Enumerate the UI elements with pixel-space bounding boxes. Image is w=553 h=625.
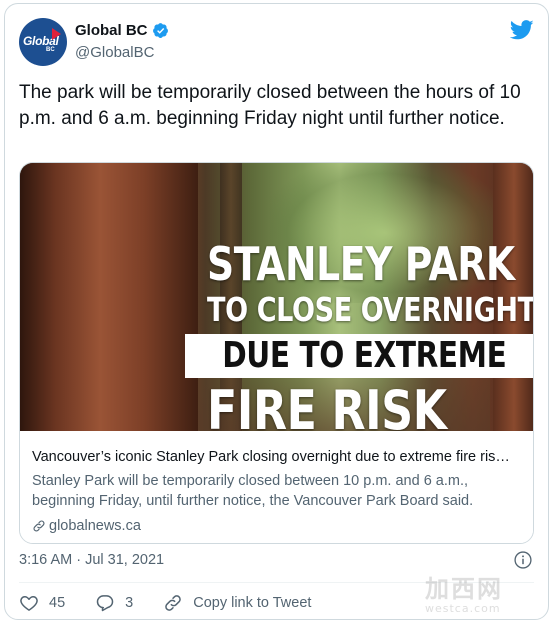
link-preview-card[interactable]: STANLEY PARK TO CLOSE OVERNIGHT DUE TO E… bbox=[19, 162, 534, 544]
headline-line-1: STANLEY PARK bbox=[207, 237, 515, 291]
headline-line-2: TO CLOSE OVERNIGHT bbox=[207, 290, 534, 329]
card-image[interactable]: STANLEY PARK TO CLOSE OVERNIGHT DUE TO E… bbox=[20, 163, 534, 432]
tweet-timestamp[interactable]: 3:16 AM · Jul 31, 2021 bbox=[19, 552, 164, 568]
like-button[interactable]: 45 bbox=[19, 593, 65, 613]
reply-icon bbox=[96, 595, 114, 612]
twitter-bird-icon[interactable] bbox=[510, 20, 534, 40]
reply-button[interactable]: 3 bbox=[95, 593, 133, 613]
watermark-cn: 加西网 bbox=[425, 575, 503, 603]
card-image-headline: STANLEY PARK TO CLOSE OVERNIGHT DUE TO E… bbox=[185, 237, 534, 432]
headline-line-3-box: DUE TO EXTREME bbox=[185, 334, 533, 378]
copy-link-label: Copy link to Tweet bbox=[193, 595, 312, 611]
card-domain-text[interactable]: globalnews.ca bbox=[49, 518, 141, 534]
tweet-actions: 45 3 Copy link to Tweet bbox=[19, 590, 311, 616]
verified-badge-icon bbox=[152, 23, 168, 38]
card-description: Stanley Park will be temporarily closed … bbox=[32, 473, 474, 509]
card-body[interactable]: Vancouver’s iconic Stanley Park closing … bbox=[20, 431, 533, 543]
like-count: 45 bbox=[49, 595, 66, 611]
author-name[interactable]: Global BC bbox=[75, 22, 148, 39]
heart-icon bbox=[20, 596, 38, 611]
link-icon bbox=[33, 520, 45, 532]
copy-link-button[interactable]: Copy link to Tweet bbox=[163, 593, 311, 613]
tweet-text: The park will be temporarily closed betw… bbox=[19, 82, 521, 129]
card-domain[interactable]: globalnews.ca bbox=[32, 518, 141, 534]
card-title[interactable]: Vancouver’s iconic Stanley Park closing … bbox=[32, 449, 522, 465]
card-image-tree bbox=[20, 163, 198, 431]
avatar-logo-sub: BC bbox=[46, 47, 55, 53]
headline-line-4: FIRE RISK bbox=[207, 379, 447, 432]
reply-count: 3 bbox=[125, 595, 134, 611]
avatar-logo-mark bbox=[52, 28, 61, 40]
author-name-row[interactable]: Global BC bbox=[75, 22, 169, 39]
tweet-card[interactable]: Global BC Global BC @GlobalBC The park w… bbox=[4, 3, 549, 620]
headline-line-3: DUE TO EXTREME bbox=[222, 335, 507, 376]
avatar[interactable]: Global BC bbox=[19, 18, 67, 66]
watermark-en: westca.com bbox=[425, 602, 501, 615]
info-icon[interactable] bbox=[513, 550, 533, 570]
tweet-header: Global BC Global BC @GlobalBC bbox=[19, 18, 534, 68]
watermark: 加西网 westca.com bbox=[425, 569, 545, 615]
copy-link-icon bbox=[165, 595, 182, 611]
author-handle[interactable]: @GlobalBC bbox=[75, 44, 154, 61]
